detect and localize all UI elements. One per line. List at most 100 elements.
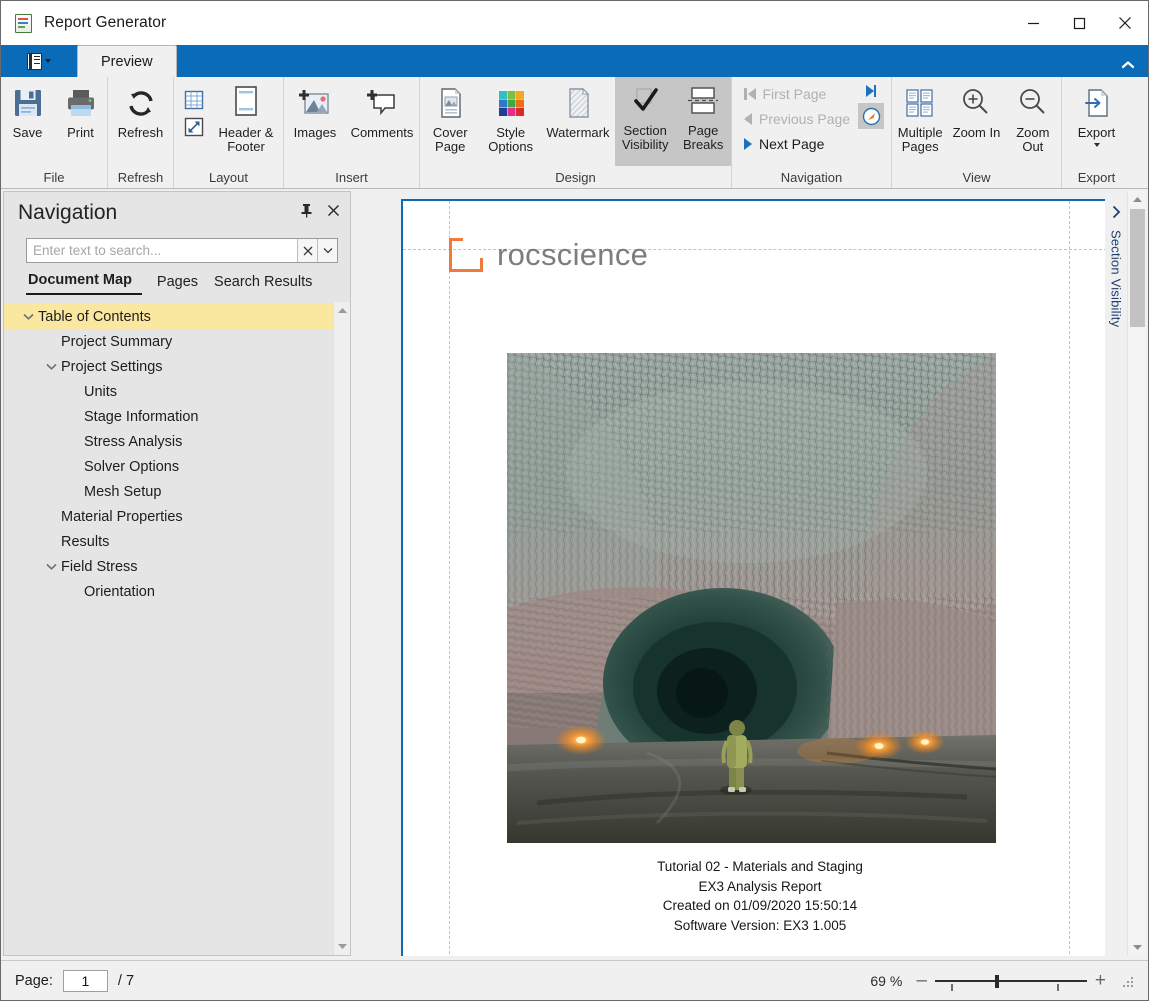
report-page: rocscience Tutorial 02 - Materials and S… [401, 199, 1117, 956]
search-box[interactable] [26, 238, 338, 263]
chevron-down-icon[interactable] [1093, 143, 1100, 147]
scroll-down-icon[interactable] [334, 938, 350, 955]
page-breaks-button[interactable]: Page Breaks [675, 77, 731, 166]
tab-preview[interactable]: Preview [77, 45, 177, 77]
print-button[interactable]: Print [54, 83, 107, 140]
export-button[interactable]: Export [1062, 83, 1131, 147]
tree-node[interactable]: Field Stress [4, 554, 333, 579]
chevron-down-icon[interactable] [18, 313, 38, 320]
ribbon-group-label-view: View [962, 169, 991, 185]
tree-node[interactable]: Mesh Setup [4, 479, 333, 504]
multiple-pages-label-line1: Multiple Pages [897, 125, 943, 154]
first-page-label: First Page [762, 86, 827, 102]
multiple-pages-button[interactable]: Multiple Pages [892, 83, 948, 154]
last-page-icon[interactable] [865, 85, 877, 97]
ribbon-group-layout: Header & Footer Layout [173, 77, 283, 188]
ribbon-group-label-export: Export [1077, 169, 1116, 185]
compass-navigate-icon[interactable] [858, 103, 885, 129]
collapse-ribbon-icon[interactable] [1120, 57, 1136, 75]
zoom-slider[interactable]: – + [916, 971, 1106, 991]
page-setup-grid-icon[interactable] [183, 89, 205, 111]
tree-node[interactable]: Units [4, 379, 333, 404]
zoom-out-icon[interactable]: – [916, 971, 927, 990]
close-icon[interactable] [327, 204, 340, 222]
tree-node-label: Solver Options [84, 458, 180, 475]
doc-scroll-down-icon[interactable] [1128, 939, 1146, 956]
scroll-up-icon[interactable] [334, 302, 350, 319]
save-label: Save [12, 125, 43, 140]
tab-pages[interactable]: Pages [151, 274, 208, 295]
zoom-in-button[interactable]: Zoom In [948, 83, 1004, 140]
tab-search-results[interactable]: Search Results [208, 274, 322, 295]
section-visibility-dock-tab[interactable]: Section Visibility [1105, 205, 1127, 327]
resize-grip-icon[interactable] [1122, 974, 1136, 988]
navigation-panel-header: Navigation [4, 192, 350, 234]
tree-node-label: Project Settings [61, 358, 163, 375]
chevron-down-icon[interactable] [41, 363, 61, 370]
header-footer-button[interactable]: Header & Footer [209, 83, 283, 154]
chevron-right-icon[interactable] [1111, 205, 1121, 224]
search-input[interactable] [27, 239, 297, 262]
ribbon-group-design: Cover Page Style Options Watermark Secti… [419, 77, 731, 188]
next-page-button[interactable]: Next Page [740, 133, 854, 155]
section-visibility-label: Section Visibility [621, 123, 669, 152]
multiple-pages-icon [903, 85, 937, 121]
tree-node-label: Table of Contents [38, 308, 151, 325]
refresh-button[interactable]: Refresh [108, 83, 173, 140]
pin-icon[interactable] [300, 203, 313, 223]
tree-node[interactable]: Stress Analysis [4, 429, 333, 454]
images-button[interactable]: Images [284, 83, 346, 140]
navigation-tabs: Document Map Pages Search Results [4, 263, 350, 295]
tree-node[interactable]: Table of Contents [4, 304, 333, 329]
first-page-button[interactable]: First Page [740, 83, 854, 105]
maximize-button[interactable] [1056, 1, 1102, 45]
zoom-in-magnifier-icon [959, 85, 993, 121]
document-scroll-thumb[interactable] [1129, 209, 1145, 327]
cover-page-label: Cover Page [432, 125, 468, 154]
ribbon-group-label-layout: Layout [208, 169, 249, 185]
zoom-slider-thumb[interactable] [994, 974, 999, 988]
search-dropdown-button[interactable] [317, 239, 337, 262]
tab-document-map[interactable]: Document Map [26, 272, 142, 295]
zoom-out-button[interactable]: Zoom Out [1005, 83, 1061, 154]
page-break-icon [686, 83, 720, 119]
document-map-tree: Table of Contents Project Summary Project … [4, 302, 350, 955]
previous-page-button[interactable]: Previous Page [740, 108, 854, 130]
main-content-area: Navigation Enter text to search... Docum… [1, 189, 1148, 960]
cover-page-button[interactable]: Cover Page [420, 77, 480, 166]
save-button[interactable]: Save [1, 83, 54, 140]
document-vertical-scrollbar[interactable] [1127, 191, 1146, 956]
minimize-button[interactable] [1010, 1, 1056, 45]
tree-node[interactable]: Orientation [4, 579, 333, 604]
report-generator-window: Report Generator Preview Save Print File… [0, 0, 1149, 1001]
page-number-value: 1 [81, 972, 90, 989]
ribbon-group-export: Export Export [1061, 77, 1131, 188]
zoom-slider-track[interactable] [934, 973, 1087, 991]
zoom-in-icon[interactable]: + [1095, 971, 1106, 990]
tree-node[interactable]: Project Summary [4, 329, 333, 354]
comments-button[interactable]: Comments [346, 83, 418, 140]
tree-node[interactable]: Stage Information [4, 404, 333, 429]
application-menu-button[interactable] [1, 45, 77, 77]
tree-node-label: Mesh Setup [84, 483, 162, 500]
doc-scroll-up-icon[interactable] [1128, 191, 1146, 208]
tree-node[interactable]: Results [4, 529, 333, 554]
search-clear-button[interactable] [297, 239, 317, 262]
zoom-controls: 69 % – + [870, 971, 1142, 991]
style-options-button[interactable]: Style Options [480, 77, 540, 166]
page-number-input[interactable]: 1 [62, 969, 108, 992]
close-button[interactable] [1102, 1, 1148, 45]
cover-image [507, 353, 996, 843]
tree-node[interactable]: Material Properties [4, 504, 333, 529]
tree-node[interactable]: Solver Options [4, 454, 333, 479]
scale-resize-icon[interactable] [183, 116, 205, 138]
tree-node[interactable]: Project Settings [4, 354, 333, 379]
previous-page-icon [744, 113, 752, 125]
tree-node-label: Stage Information [84, 408, 199, 425]
section-visibility-button[interactable]: Section Visibility [614, 77, 676, 166]
header-footer-label: Header & Footer [218, 125, 274, 154]
tree-node-label: Material Properties [61, 508, 183, 525]
watermark-button[interactable]: Watermark [541, 77, 615, 166]
chevron-down-icon[interactable] [41, 563, 61, 570]
navigation-tree-scrollbar[interactable] [333, 302, 350, 955]
